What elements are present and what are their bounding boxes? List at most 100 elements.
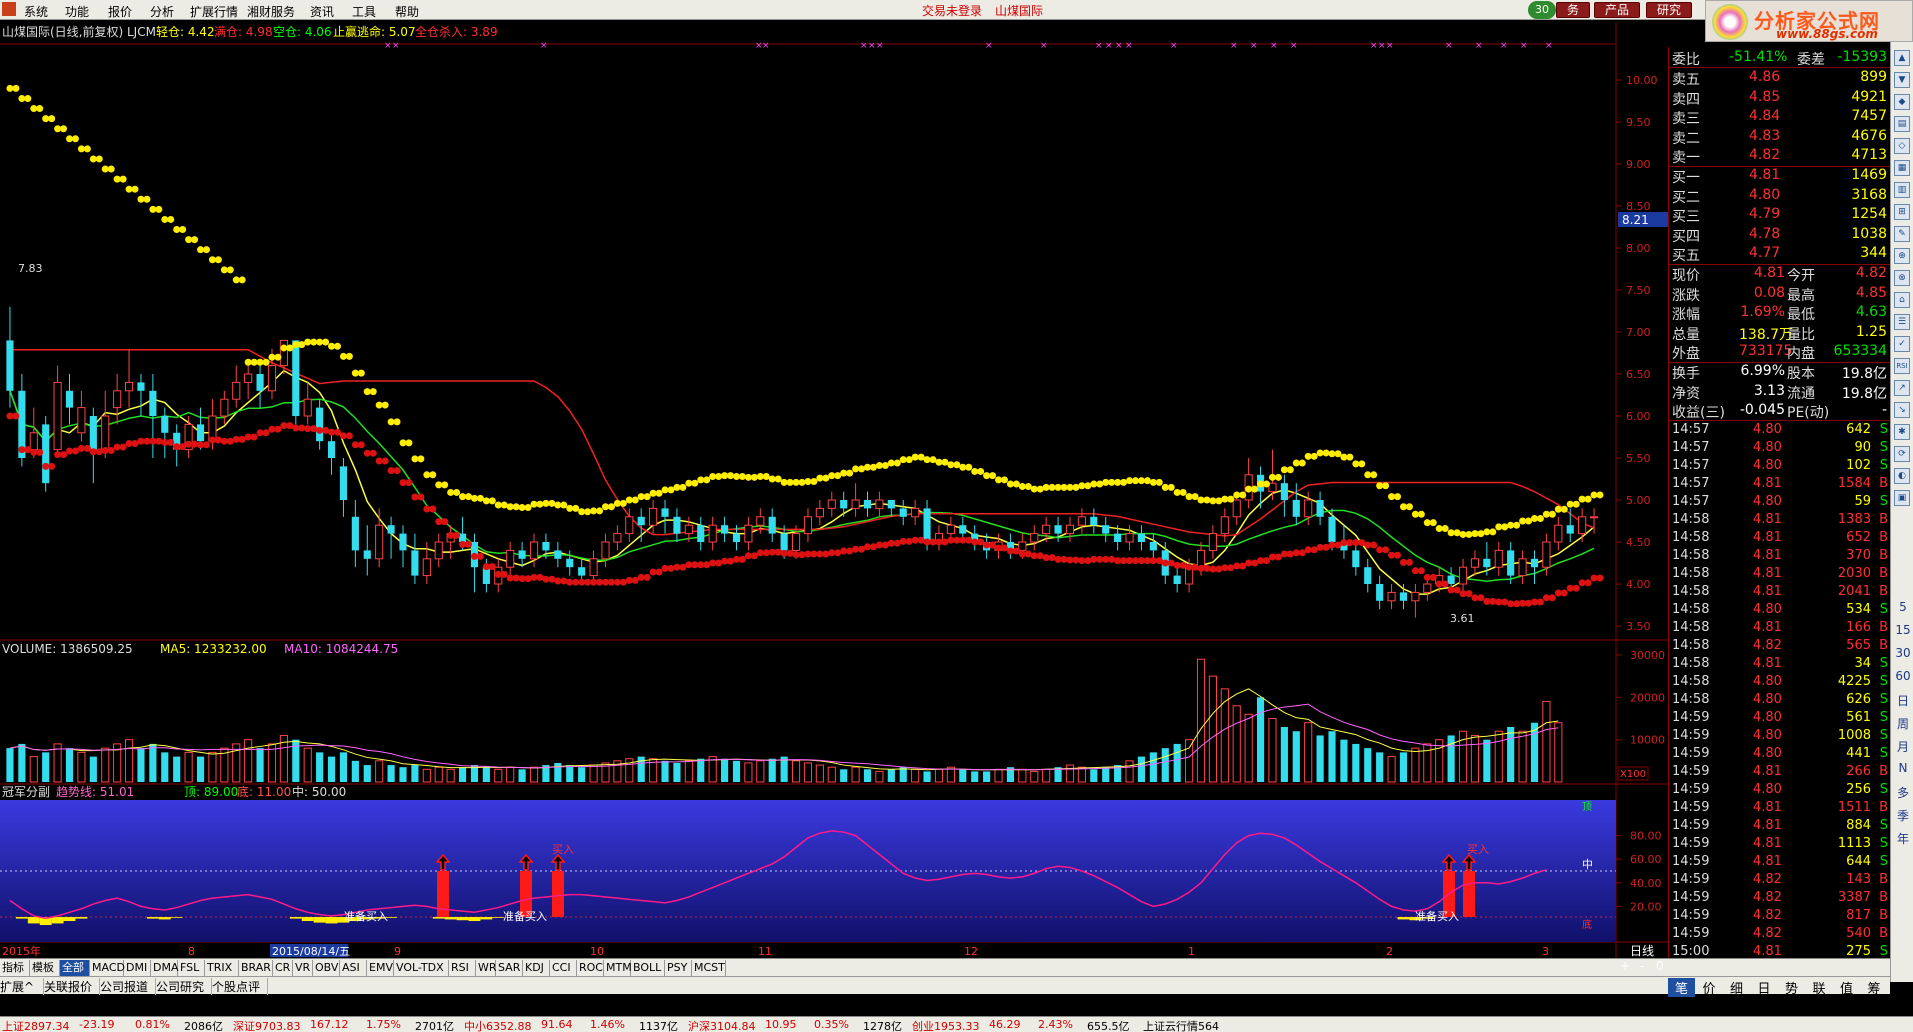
research-button[interactable]: 研究: [1646, 2, 1693, 18]
zoom-reset-button[interactable]: 0: [1656, 959, 1664, 973]
tick-row[interactable]: 14:59 4.80 561 S: [1669, 710, 1891, 728]
counter-badge[interactable]: 30: [1528, 1, 1556, 19]
trade-login-status[interactable]: 交易未登录: [922, 2, 982, 19]
info-link[interactable]: 公司报道: [100, 978, 156, 995]
menu-news[interactable]: 资讯: [310, 3, 334, 20]
indicator-tab-emv[interactable]: EMV: [367, 960, 394, 976]
tick-row[interactable]: 14:59 4.80 256 S: [1669, 782, 1891, 800]
tick-row[interactable]: 14:59 4.82 540 B: [1669, 926, 1891, 944]
period-label[interactable]: 日线: [1630, 944, 1654, 958]
period-shortcut[interactable]: 5: [1895, 600, 1911, 614]
indicator-tab-dma[interactable]: DMA: [151, 960, 179, 976]
tick-row[interactable]: 14:57 4.81 1584 B: [1669, 476, 1891, 494]
indicator-tab-全部[interactable]: 全部: [60, 960, 90, 976]
period-shortcut[interactable]: 多: [1895, 784, 1911, 801]
indicator-tab-boll[interactable]: BOLL: [631, 960, 665, 976]
menu-xiangcai-service[interactable]: 湘财服务: [247, 3, 295, 20]
menu-quote[interactable]: 报价: [108, 3, 132, 20]
indicator-tab-obv[interactable]: OBV: [313, 960, 340, 976]
tool-icon-8[interactable]: ⊞: [1894, 204, 1910, 220]
zoom-out-button[interactable]: -: [1640, 959, 1644, 973]
right-tab[interactable]: 细: [1723, 978, 1750, 997]
info-link[interactable]: 扩展^: [0, 978, 44, 995]
indicator-tab-macd[interactable]: MACD: [90, 960, 125, 976]
tick-row[interactable]: 14:58 4.81 34 S: [1669, 656, 1891, 674]
tick-row[interactable]: 14:59 4.80 441 S: [1669, 746, 1891, 764]
indicator-tab-指标[interactable]: 指标: [0, 960, 30, 976]
period-shortcut[interactable]: 月: [1895, 738, 1911, 755]
period-shortcut[interactable]: 季: [1895, 807, 1911, 824]
tick-row[interactable]: 14:58 4.81 370 B: [1669, 548, 1891, 566]
period-shortcut[interactable]: 30: [1895, 646, 1911, 660]
tick-row[interactable]: 14:58 4.81 2030 B: [1669, 566, 1891, 584]
tick-row[interactable]: 14:59 4.81 644 S: [1669, 854, 1891, 872]
indicator-tab-wr[interactable]: WR: [476, 960, 497, 976]
tick-row[interactable]: 14:57 4.80 102 S: [1669, 458, 1891, 476]
indicator-tab-sar[interactable]: SAR: [496, 960, 523, 976]
period-shortcut[interactable]: 周: [1895, 715, 1911, 732]
indicator-tab-rsi[interactable]: RSI: [449, 960, 476, 976]
right-tab[interactable]: 价: [1696, 978, 1723, 997]
tool-icon-6[interactable]: ▦: [1894, 160, 1910, 176]
indicator-tab-brar[interactable]: BRAR: [239, 960, 273, 976]
tool-icon-4[interactable]: ▤: [1894, 116, 1910, 132]
zoom-in-button[interactable]: +: [1620, 959, 1630, 973]
tick-row[interactable]: 14:58 4.80 4225 S: [1669, 674, 1891, 692]
menu-extended-quotes[interactable]: 扩展行情: [190, 3, 238, 20]
tool-icon-2[interactable]: ▼: [1894, 72, 1910, 88]
indicator-tab-vr[interactable]: VR: [293, 960, 313, 976]
info-link[interactable]: 关联报价: [44, 978, 100, 995]
tick-row[interactable]: 14:58 4.81 2041 B: [1669, 584, 1891, 602]
tool-icon-16[interactable]: ↘: [1894, 402, 1910, 418]
indicator-tab-cci[interactable]: CCI: [550, 960, 577, 976]
tick-row[interactable]: 14:58 4.81 166 B: [1669, 620, 1891, 638]
tick-row[interactable]: 14:58 4.80 626 S: [1669, 692, 1891, 710]
right-tab[interactable]: 筹: [1861, 978, 1888, 997]
rsi-icon[interactable]: RSI: [1894, 358, 1910, 374]
tool-icon-9[interactable]: ✎: [1894, 226, 1910, 242]
menu-system[interactable]: 系统: [24, 3, 48, 20]
tool-icon-18[interactable]: ⟳: [1894, 446, 1910, 462]
tick-row[interactable]: 14:58 4.81 1383 B: [1669, 512, 1891, 530]
tick-row[interactable]: 14:58 4.81 652 B: [1669, 530, 1891, 548]
tool-icon-12[interactable]: ⌂: [1894, 292, 1910, 308]
menu-tools[interactable]: 工具: [352, 3, 376, 20]
tick-row[interactable]: 14:57 4.80 59 S: [1669, 494, 1891, 512]
indicator-tab-kdj[interactable]: KDJ: [523, 960, 550, 976]
tick-row[interactable]: 14:59 4.82 143 B: [1669, 872, 1891, 890]
stock-chart[interactable]: 山煤国际(日线,前复权) LJCM 轻仓: 4.42 满仓: 4.98 空仓: …: [0, 22, 1670, 962]
indicator-tab-dmi[interactable]: DMI: [124, 960, 151, 976]
tool-icon-15[interactable]: ↗: [1894, 380, 1910, 396]
right-tab[interactable]: 日: [1751, 978, 1778, 997]
indicator-tab-vol-tdx[interactable]: VOL-TDX: [394, 960, 449, 976]
tick-row[interactable]: 14:59 4.81 1511 B: [1669, 800, 1891, 818]
tool-icon-13[interactable]: ☰: [1894, 314, 1910, 330]
tick-row[interactable]: 14:58 4.80 534 S: [1669, 602, 1891, 620]
indicator-tab-roc[interactable]: ROC: [577, 960, 604, 976]
tick-row[interactable]: 14:57 4.80 90 S: [1669, 440, 1891, 458]
tick-row[interactable]: 14:59 4.81 266 B: [1669, 764, 1891, 782]
indicator-tab-mcst[interactable]: MCST: [692, 960, 726, 976]
info-link[interactable]: 个股点评: [212, 978, 268, 995]
tool-icon-14[interactable]: ✓: [1894, 336, 1910, 352]
tool-icon-19[interactable]: ◐: [1894, 468, 1910, 484]
indicator-tab-fsl[interactable]: FSL: [178, 960, 205, 976]
menu-analysis[interactable]: 分析: [150, 3, 174, 20]
service-button[interactable]: 务: [1556, 2, 1591, 18]
tool-icon-20[interactable]: ▣: [1894, 490, 1910, 506]
indicator-tab-mtm[interactable]: MTM: [604, 960, 632, 976]
indicator-tab-trix[interactable]: TRIX: [205, 960, 239, 976]
tool-icon-1[interactable]: ▲: [1894, 50, 1910, 66]
period-shortcut[interactable]: 60: [1895, 669, 1911, 683]
indicator-tab-psy[interactable]: PSY: [665, 960, 692, 976]
right-tab[interactable]: 值: [1833, 978, 1860, 997]
tick-row[interactable]: 14:59 4.81 1113 S: [1669, 836, 1891, 854]
tick-row[interactable]: 14:59 4.81 884 S: [1669, 818, 1891, 836]
tool-icon-5[interactable]: ◇: [1894, 138, 1910, 154]
product-button[interactable]: 产品: [1594, 2, 1641, 18]
tool-icon-11[interactable]: ⊗: [1894, 270, 1910, 286]
period-shortcut[interactable]: 年: [1895, 830, 1911, 847]
tick-row[interactable]: 14:59 4.82 817 B: [1669, 908, 1891, 926]
period-shortcut[interactable]: 15: [1895, 623, 1911, 637]
right-tab[interactable]: 势: [1778, 978, 1805, 997]
